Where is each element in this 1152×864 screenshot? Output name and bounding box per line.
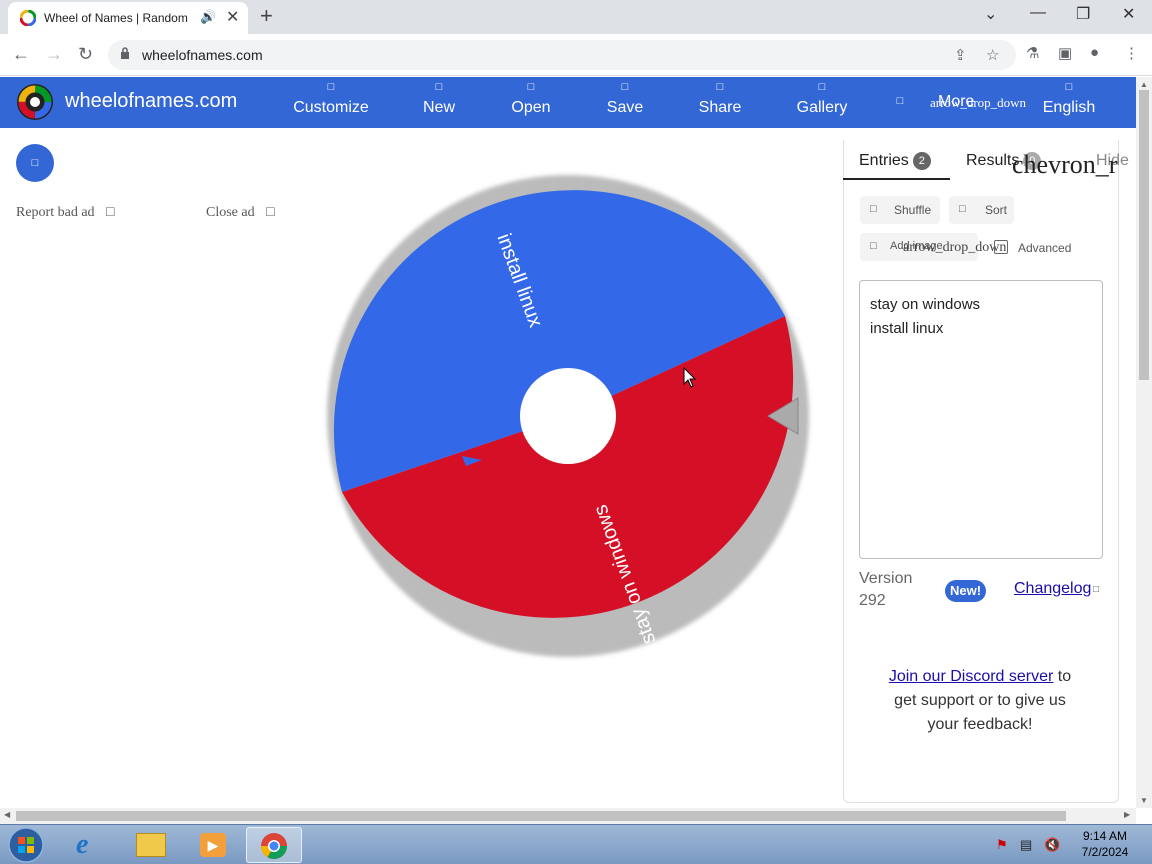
gallery-icon: □ xyxy=(818,81,826,93)
close-icon: □ xyxy=(266,205,275,220)
reload-icon[interactable]: ↻ xyxy=(78,44,93,65)
share-icon[interactable]: ⇪ xyxy=(954,46,967,64)
brand-name[interactable]: wheelofnames.com xyxy=(65,90,237,113)
bookmark-star-icon[interactable]: ☆ xyxy=(986,46,999,64)
chevron-right-icon[interactable]: chevron_r xyxy=(1012,150,1117,180)
minimize-icon[interactable]: — xyxy=(1030,4,1046,22)
tab-close-icon[interactable]: ✕ xyxy=(226,7,239,27)
advanced-checkbox[interactable] xyxy=(994,240,1008,254)
window-close-icon[interactable]: ✕ xyxy=(1122,4,1135,24)
wheel-of-names[interactable]: stay on windows install linux xyxy=(322,170,814,666)
changelog-link[interactable]: Changelog xyxy=(1014,580,1091,598)
tab-search-chevron-icon[interactable]: ⌄ xyxy=(984,4,997,24)
wheel-center[interactable] xyxy=(520,368,616,464)
restore-icon[interactable]: ❐ xyxy=(1076,4,1090,24)
language-icon: □ xyxy=(1065,81,1073,93)
discord-blurb: Join our Discord server to get support o… xyxy=(888,668,1072,733)
new-file-icon: □ xyxy=(435,81,443,93)
speaker-icon[interactable]: 🔊 xyxy=(200,9,216,25)
side-panel-icon[interactable]: ▣ xyxy=(1058,44,1072,62)
chrome-icon xyxy=(260,833,288,860)
menu-gallery[interactable]: □ Gallery xyxy=(790,77,854,128)
lock-icon xyxy=(121,47,129,59)
vertical-scroll-thumb[interactable] xyxy=(1139,90,1149,380)
active-tab-indicator xyxy=(843,178,950,180)
menu-share[interactable]: □ Share xyxy=(692,77,748,128)
volume-muted-icon[interactable]: 🔇 xyxy=(1044,837,1060,853)
wheel-logo-icon[interactable] xyxy=(16,83,54,121)
folder-icon xyxy=(136,833,166,857)
add-image-dropdown-icon[interactable]: arrow_drop_down xyxy=(903,240,1006,256)
taskbar-media-player[interactable]: ▶ xyxy=(184,827,240,863)
image-icon: □ xyxy=(870,240,877,252)
entry-line: install linux xyxy=(870,320,944,337)
close-ad-link[interactable]: Close ad □ xyxy=(206,205,275,221)
shuffle-icon: □ xyxy=(870,203,877,215)
shuffle-button[interactable]: □ Shuffle xyxy=(860,196,940,224)
info-icon: □ xyxy=(106,205,115,220)
media-player-icon: ▶ xyxy=(200,833,226,857)
scroll-left-arrow-icon[interactable]: ◀ xyxy=(4,810,10,819)
browser-tab[interactable]: Wheel of Names | Random 🔊 ✕ xyxy=(8,2,248,34)
address-bar[interactable]: wheelofnames.com ⇪ ☆ xyxy=(108,40,1016,70)
menu-customize[interactable]: □ Customize xyxy=(290,77,372,128)
system-clock[interactable]: 9:14 AM 7/2/2024 xyxy=(1070,828,1140,860)
menu-new[interactable]: □ New xyxy=(414,77,464,128)
share-icon: □ xyxy=(716,81,724,93)
palette-icon: □ xyxy=(327,81,335,93)
sort-button[interactable]: □ Sort xyxy=(949,196,1014,224)
side-menu-button[interactable]: □ xyxy=(16,144,54,182)
entry-line: stay on windows xyxy=(870,296,981,313)
version-number: 292 xyxy=(859,592,886,609)
url-text: wheelofnames.com xyxy=(142,47,263,63)
taskbar-chrome[interactable] xyxy=(246,827,302,863)
menu-language[interactable]: □ English xyxy=(1040,77,1098,128)
browser-tab-bar: Wheel of Names | Random 🔊 ✕ + ⌄ — ❐ ✕ xyxy=(0,0,1152,34)
extensions-icon[interactable]: ⚗ xyxy=(1026,44,1039,62)
new-tab-button[interactable]: + xyxy=(260,3,273,29)
site-header: wheelofnames.com □ Customize □ New □ Ope… xyxy=(0,77,1136,128)
forward-icon[interactable]: → xyxy=(45,44,63,65)
windows-taskbar: e ▶ ⚑ ▤ 🔇 xyxy=(0,824,1152,864)
taskbar-internet-explorer[interactable]: e xyxy=(62,827,118,863)
profile-icon[interactable]: ● xyxy=(1090,44,1099,61)
save-icon: □ xyxy=(621,81,629,93)
taskbar-file-explorer[interactable] xyxy=(124,827,180,863)
back-icon[interactable]: ← xyxy=(12,44,30,65)
new-badge: New! xyxy=(945,580,987,602)
clock-date: 7/2/2024 xyxy=(1081,845,1129,859)
start-button-icon[interactable] xyxy=(6,826,46,864)
menu-more-label[interactable]: More xyxy=(938,93,974,111)
menu-more[interactable]: □ xyxy=(890,77,910,128)
entries-textarea[interactable]: stay on windows install linux xyxy=(859,280,1103,559)
version-info: Version 292 xyxy=(859,568,929,612)
scroll-up-arrow-icon[interactable]: ▲ xyxy=(1140,80,1148,89)
network-icon[interactable]: ▤ xyxy=(1020,837,1032,853)
clock-time: 9:14 AM xyxy=(1082,829,1128,843)
folder-open-icon: □ xyxy=(527,81,535,93)
menu-save[interactable]: □ Save xyxy=(598,77,652,128)
external-link-icon: □ xyxy=(1093,584,1100,595)
horizontal-scroll-thumb[interactable] xyxy=(16,811,1066,821)
internet-explorer-icon: e xyxy=(76,829,89,860)
menu-kebab-icon[interactable]: ⋮ xyxy=(1124,44,1139,62)
scroll-down-arrow-icon[interactable]: ▼ xyxy=(1140,796,1148,805)
entries-count-badge: 2 xyxy=(912,152,931,170)
tab-title: Wheel of Names | Random xyxy=(44,11,188,25)
scroll-right-arrow-icon[interactable]: ▶ xyxy=(1124,810,1130,819)
discord-link[interactable]: Join our Discord server xyxy=(889,668,1054,685)
menu-open[interactable]: □ Open xyxy=(504,77,558,128)
site-favicon-icon xyxy=(20,10,36,26)
report-bad-ad-link[interactable]: Report bad ad □ xyxy=(16,205,115,221)
browser-toolbar: ← → ↻ wheelofnames.com ⇪ ☆ ⚗ ▣ ● ⋮ xyxy=(0,34,1152,76)
sort-icon: □ xyxy=(959,203,966,215)
tab-entries[interactable]: Entries 2 xyxy=(859,152,931,170)
action-center-icon[interactable]: ⚑ xyxy=(996,837,1008,853)
advanced-label: Advanced xyxy=(1018,241,1072,255)
more-icon: □ xyxy=(896,95,904,107)
